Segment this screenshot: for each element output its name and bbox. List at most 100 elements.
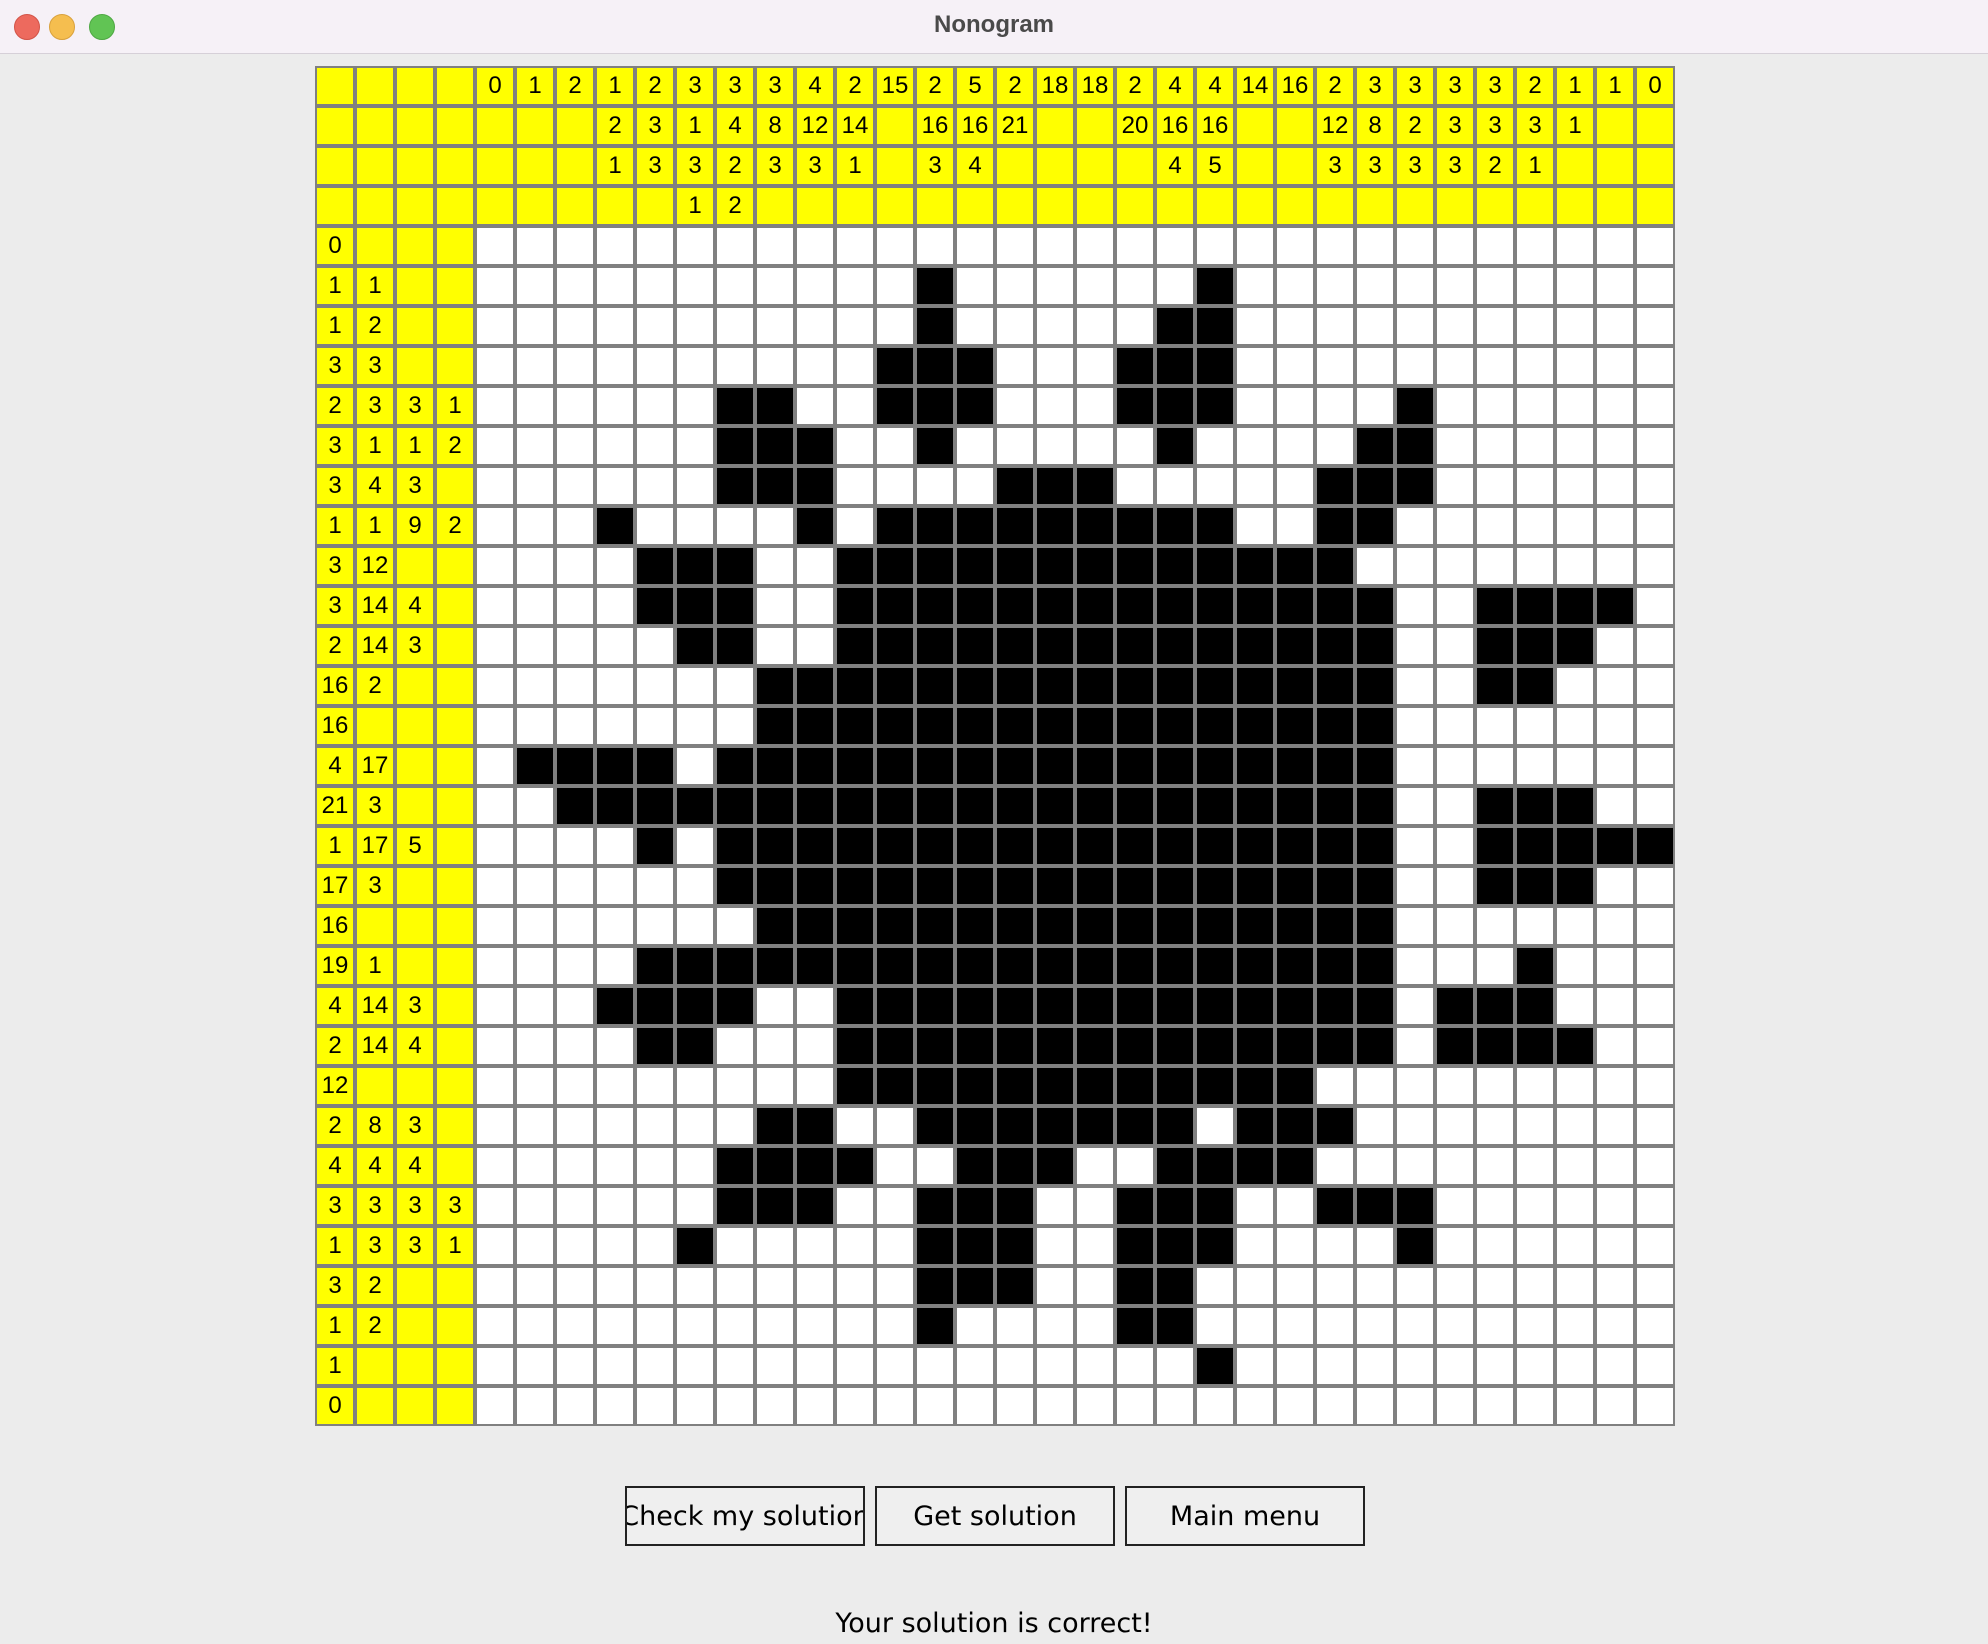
grid-cell-empty[interactable]	[555, 946, 595, 986]
grid-cell-empty[interactable]	[1315, 426, 1355, 466]
grid-cell-filled[interactable]	[995, 506, 1035, 546]
grid-cell-empty[interactable]	[1395, 346, 1435, 386]
grid-cell-empty[interactable]	[795, 1066, 835, 1106]
grid-cell-empty[interactable]	[1355, 1066, 1395, 1106]
grid-cell-empty[interactable]	[1115, 226, 1155, 266]
grid-cell-empty[interactable]	[1555, 306, 1595, 346]
grid-cell-empty[interactable]	[595, 346, 635, 386]
grid-cell-empty[interactable]	[1595, 1226, 1635, 1266]
grid-cell-empty[interactable]	[1475, 1146, 1515, 1186]
grid-cell-filled[interactable]	[835, 586, 875, 626]
grid-cell-empty[interactable]	[555, 586, 595, 626]
grid-cell-filled[interactable]	[1515, 786, 1555, 826]
grid-cell-empty[interactable]	[1075, 1306, 1115, 1346]
grid-cell-filled[interactable]	[955, 1106, 995, 1146]
grid-cell-filled[interactable]	[675, 546, 715, 586]
grid-cell-filled[interactable]	[1315, 1106, 1355, 1146]
grid-cell-filled[interactable]	[1195, 866, 1235, 906]
grid-cell-empty[interactable]	[1515, 1266, 1555, 1306]
grid-cell-filled[interactable]	[1315, 906, 1355, 946]
grid-cell-empty[interactable]	[915, 226, 955, 266]
grid-cell-filled[interactable]	[955, 586, 995, 626]
grid-cell-filled[interactable]	[1355, 426, 1395, 466]
grid-cell-empty[interactable]	[715, 266, 755, 306]
grid-cell-filled[interactable]	[1475, 1026, 1515, 1066]
grid-cell-filled[interactable]	[875, 986, 915, 1026]
grid-cell-filled[interactable]	[1195, 1186, 1235, 1226]
grid-cell-empty[interactable]	[835, 1106, 875, 1146]
grid-cell-filled[interactable]	[1115, 826, 1155, 866]
grid-cell-empty[interactable]	[675, 706, 715, 746]
grid-cell-empty[interactable]	[755, 1226, 795, 1266]
grid-cell-empty[interactable]	[475, 946, 515, 986]
grid-cell-empty[interactable]	[555, 906, 595, 946]
grid-cell-empty[interactable]	[795, 1306, 835, 1346]
grid-cell-empty[interactable]	[1475, 1346, 1515, 1386]
grid-cell-empty[interactable]	[675, 306, 715, 346]
grid-cell-empty[interactable]	[1555, 226, 1595, 266]
grid-cell-filled[interactable]	[1075, 1106, 1115, 1146]
grid-cell-empty[interactable]	[675, 426, 715, 466]
grid-cell-empty[interactable]	[1395, 1146, 1435, 1186]
grid-cell-filled[interactable]	[995, 546, 1035, 586]
grid-cell-filled[interactable]	[1195, 746, 1235, 786]
grid-cell-empty[interactable]	[995, 1306, 1035, 1346]
grid-cell-empty[interactable]	[1275, 346, 1315, 386]
grid-cell-empty[interactable]	[1035, 226, 1075, 266]
grid-cell-empty[interactable]	[715, 1066, 755, 1106]
grid-cell-filled[interactable]	[1155, 1266, 1195, 1306]
grid-cell-filled[interactable]	[1075, 1026, 1115, 1066]
grid-cell-filled[interactable]	[1195, 826, 1235, 866]
grid-cell-filled[interactable]	[1075, 466, 1115, 506]
grid-cell-empty[interactable]	[1395, 506, 1435, 546]
grid-cell-empty[interactable]	[515, 306, 555, 346]
grid-cell-empty[interactable]	[515, 426, 555, 466]
grid-cell-empty[interactable]	[795, 266, 835, 306]
grid-cell-filled[interactable]	[1155, 1146, 1195, 1186]
grid-cell-empty[interactable]	[475, 506, 515, 546]
grid-cell-empty[interactable]	[995, 386, 1035, 426]
grid-cell-empty[interactable]	[1395, 666, 1435, 706]
grid-cell-empty[interactable]	[555, 546, 595, 586]
grid-cell-filled[interactable]	[915, 346, 955, 386]
grid-cell-empty[interactable]	[835, 1386, 875, 1426]
grid-cell-filled[interactable]	[715, 466, 755, 506]
grid-cell-empty[interactable]	[1435, 866, 1475, 906]
grid-cell-filled[interactable]	[1355, 586, 1395, 626]
grid-cell-empty[interactable]	[1035, 1386, 1075, 1426]
grid-cell-empty[interactable]	[475, 626, 515, 666]
grid-cell-empty[interactable]	[755, 986, 795, 1026]
grid-cell-empty[interactable]	[1035, 266, 1075, 306]
grid-cell-filled[interactable]	[1235, 1106, 1275, 1146]
grid-cell-empty[interactable]	[595, 386, 635, 426]
grid-cell-filled[interactable]	[675, 1026, 715, 1066]
grid-cell-filled[interactable]	[1115, 1186, 1155, 1226]
grid-cell-filled[interactable]	[1075, 626, 1115, 666]
grid-cell-empty[interactable]	[1435, 1226, 1475, 1266]
grid-cell-empty[interactable]	[1035, 306, 1075, 346]
grid-cell-filled[interactable]	[1195, 706, 1235, 746]
grid-cell-empty[interactable]	[875, 466, 915, 506]
grid-cell-filled[interactable]	[955, 1146, 995, 1186]
grid-cell-empty[interactable]	[515, 1186, 555, 1226]
grid-cell-filled[interactable]	[1075, 746, 1115, 786]
grid-cell-filled[interactable]	[1275, 786, 1315, 826]
grid-cell-empty[interactable]	[555, 866, 595, 906]
grid-cell-empty[interactable]	[835, 1346, 875, 1386]
grid-cell-filled[interactable]	[995, 1226, 1035, 1266]
grid-cell-empty[interactable]	[1635, 1266, 1675, 1306]
grid-cell-empty[interactable]	[1115, 1346, 1155, 1386]
grid-cell-empty[interactable]	[875, 426, 915, 466]
grid-cell-filled[interactable]	[1275, 586, 1315, 626]
grid-cell-empty[interactable]	[515, 1266, 555, 1306]
grid-cell-empty[interactable]	[1595, 706, 1635, 746]
grid-cell-empty[interactable]	[1035, 1266, 1075, 1306]
grid-cell-empty[interactable]	[1395, 986, 1435, 1026]
grid-cell-empty[interactable]	[1635, 1146, 1675, 1186]
grid-cell-empty[interactable]	[1315, 346, 1355, 386]
grid-cell-empty[interactable]	[955, 1386, 995, 1426]
grid-cell-filled[interactable]	[1515, 986, 1555, 1026]
grid-cell-empty[interactable]	[915, 1146, 955, 1186]
grid-cell-empty[interactable]	[1075, 1186, 1115, 1226]
grid-cell-empty[interactable]	[715, 906, 755, 946]
